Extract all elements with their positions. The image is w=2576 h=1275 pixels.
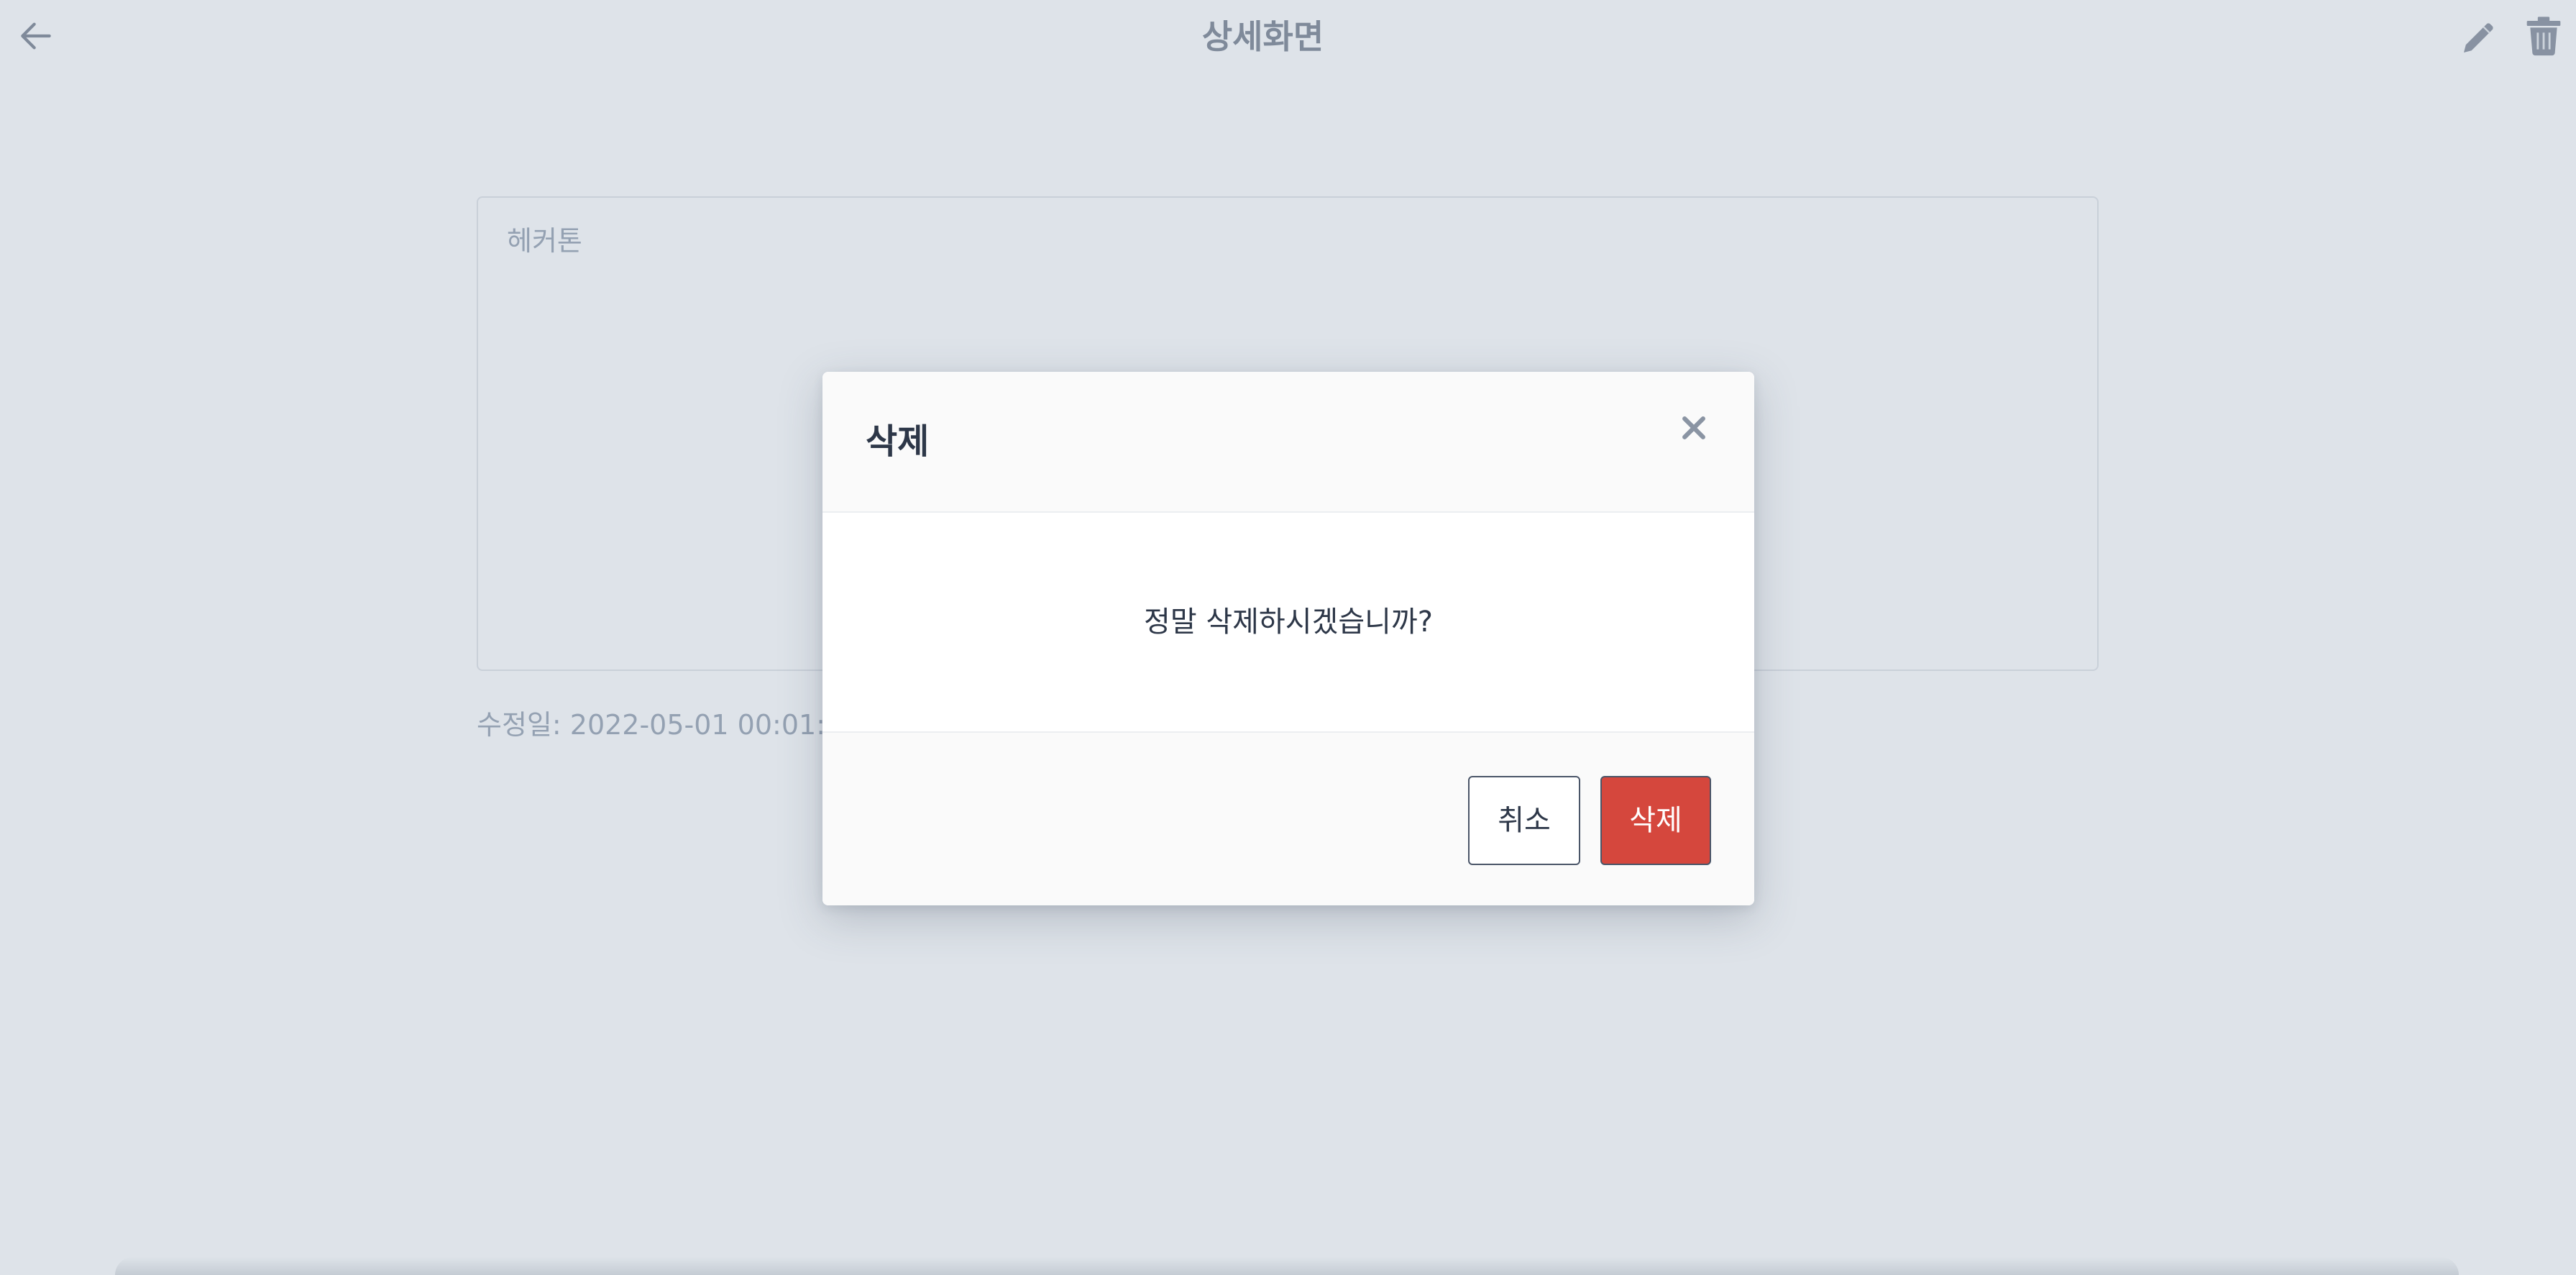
delete-dialog: 삭제 정말 삭제하시겠습니까? 취소 삭제: [822, 372, 1754, 905]
cancel-button[interactable]: 취소: [1468, 776, 1580, 865]
close-icon: [1682, 416, 1705, 439]
dialog-header: 삭제: [822, 372, 1754, 513]
dialog-footer: 취소 삭제: [822, 731, 1754, 905]
confirm-delete-button[interactable]: 삭제: [1600, 776, 1711, 865]
dialog-message: 정말 삭제하시겠습니까?: [1144, 605, 1433, 639]
bottom-shadow: [115, 1257, 2459, 1275]
dialog-title: 삭제: [866, 421, 930, 462]
close-button[interactable]: [1678, 412, 1710, 444]
